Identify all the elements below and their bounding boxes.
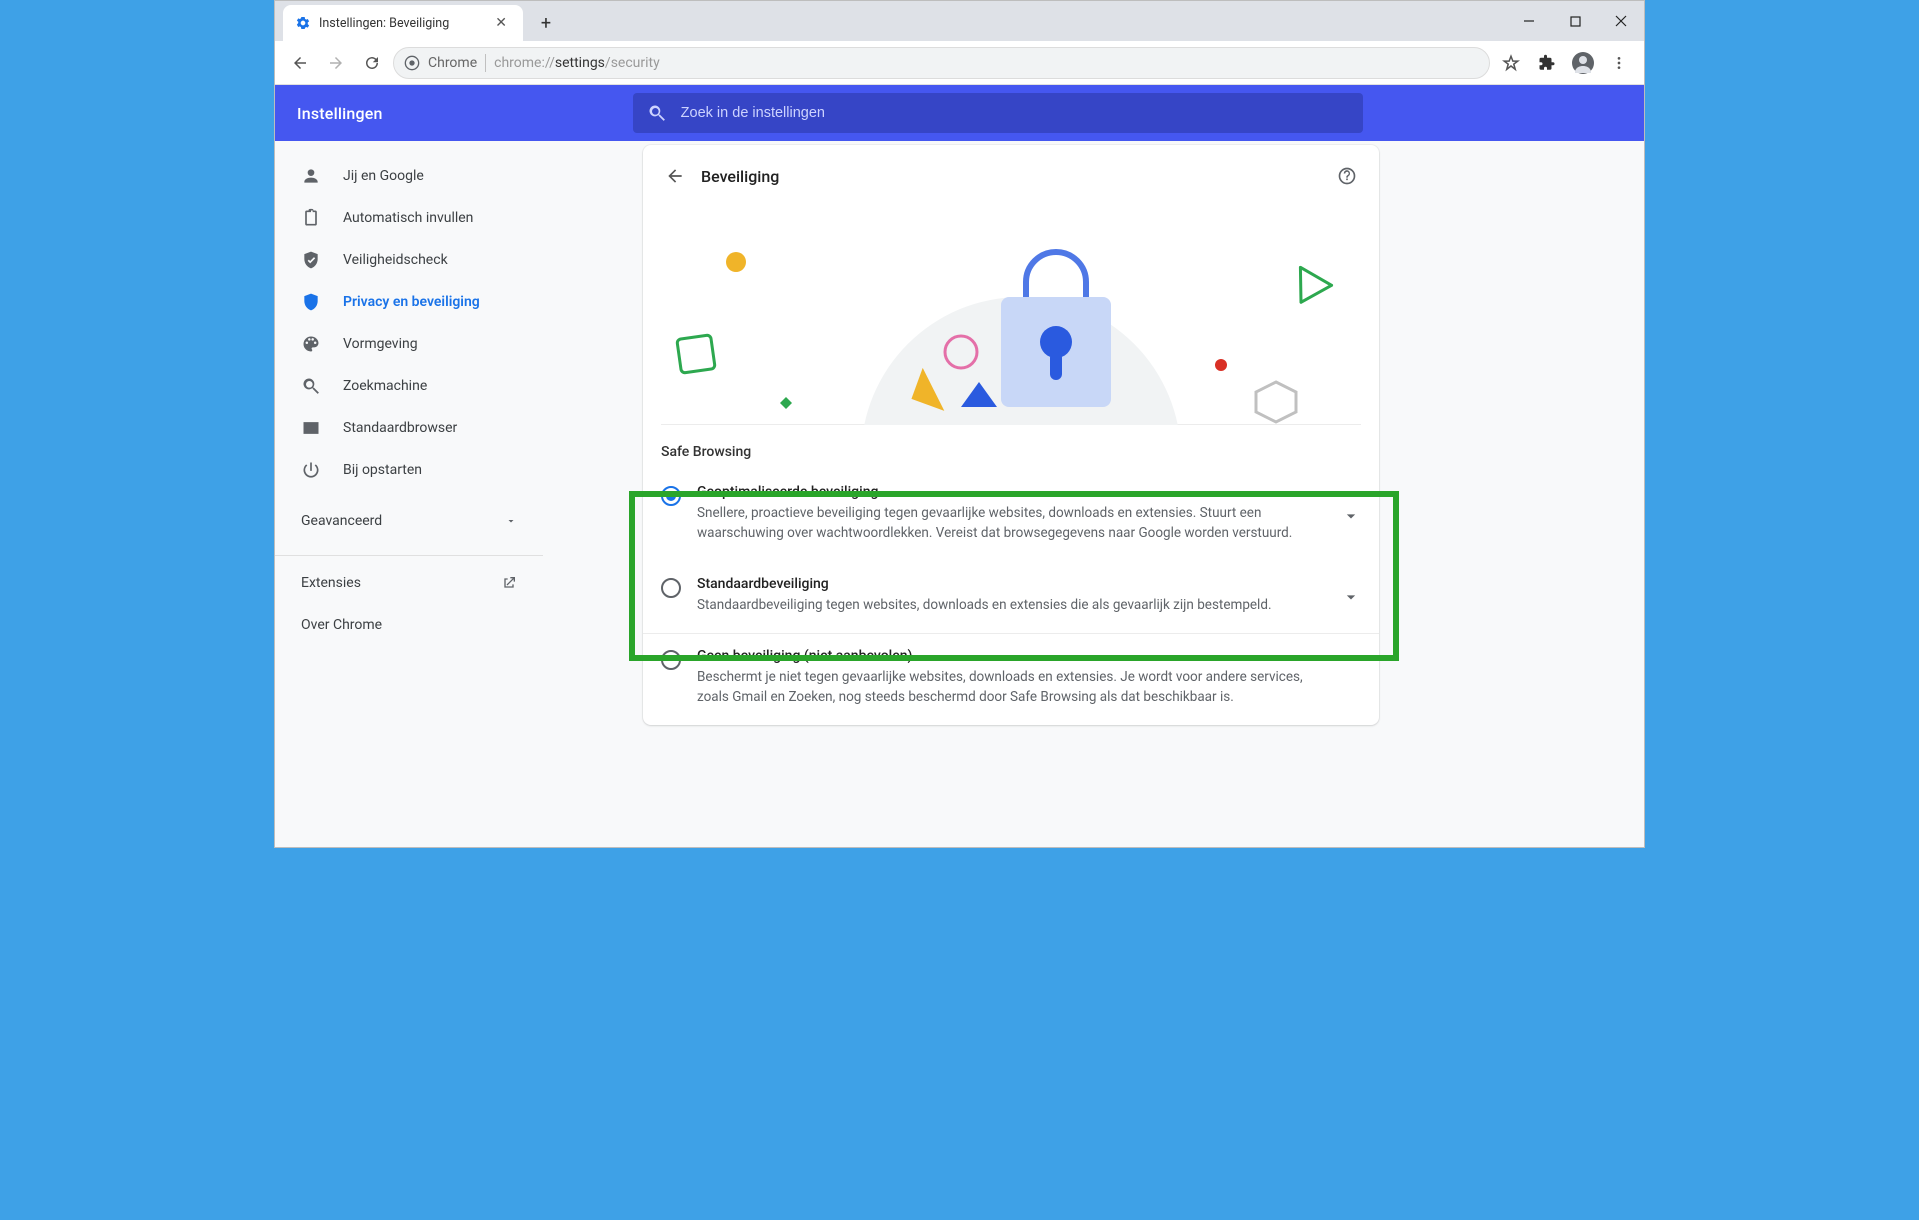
bookmark-button[interactable] [1496, 48, 1526, 78]
option-desc: Snellere, proactieve beveiliging tegen g… [697, 503, 1311, 544]
maximize-button[interactable] [1552, 1, 1598, 41]
sidebar-advanced-label: Geavanceerd [301, 513, 382, 529]
back-icon[interactable] [665, 166, 685, 186]
sidebar-item-autofill[interactable]: Automatisch invullen [275, 197, 543, 239]
plus-icon: + [541, 13, 551, 34]
settings-search[interactable] [633, 93, 1363, 133]
option-standard[interactable]: Standaardbeveiliging Standaardbeveiligin… [643, 562, 1379, 634]
security-card: Beveiliging [643, 145, 1379, 725]
card-header: Beveiliging [643, 145, 1379, 207]
sidebar-item-default-browser[interactable]: Standaardbrowser [275, 407, 543, 449]
omnibox[interactable]: Chrome chrome://settings/security [393, 47, 1490, 79]
sidebar-item-extensions[interactable]: Extensies [275, 562, 543, 604]
chevron-down-icon [505, 515, 517, 527]
sidebar-item-label: Over Chrome [301, 617, 382, 633]
content-scroll[interactable]: Beveiliging [543, 141, 1644, 847]
search-icon [647, 103, 667, 123]
extensions-button[interactable] [1532, 48, 1562, 78]
sidebar-item-about[interactable]: Over Chrome [275, 604, 543, 646]
window-controls [1506, 1, 1644, 41]
option-desc: Beschermt je niet tegen gevaarlijke webs… [697, 667, 1311, 708]
hero-illustration [661, 207, 1361, 425]
person-icon [301, 166, 321, 186]
sidebar-item-on-startup[interactable]: Bij opstarten [275, 449, 543, 491]
radio-none[interactable] [661, 650, 681, 670]
gear-icon [295, 15, 311, 31]
new-tab-button[interactable]: + [529, 6, 563, 40]
sidebar-item-label: Automatisch invullen [343, 210, 473, 226]
sidebar-item-you-and-google[interactable]: Jij en Google [275, 155, 543, 197]
browser-icon [301, 418, 321, 438]
radio-enhanced[interactable] [661, 486, 681, 506]
back-button[interactable] [285, 48, 315, 78]
shield-check-icon [301, 250, 321, 270]
sidebar-item-search-engine[interactable]: Zoekmachine [275, 365, 543, 407]
power-icon [301, 460, 321, 480]
chevron-down-icon[interactable] [1341, 506, 1361, 526]
toolbar-right [1496, 48, 1634, 78]
search-icon [301, 376, 321, 396]
address-bar-row: Chrome chrome://settings/security [275, 41, 1644, 85]
clipboard-icon [301, 208, 321, 228]
settings-header: Instellingen [275, 85, 1644, 141]
sidebar-item-label: Bij opstarten [343, 462, 422, 478]
close-window-button[interactable] [1598, 1, 1644, 41]
option-title: Geen beveiliging (niet aanbevolen) [697, 648, 1311, 664]
section-title: Safe Browsing [643, 425, 1379, 470]
sidebar-item-privacy[interactable]: Privacy en beveiliging [275, 281, 543, 323]
sidebar-advanced[interactable]: Geavanceerd [275, 499, 543, 543]
option-desc: Standaardbeveiliging tegen websites, dow… [697, 595, 1311, 615]
option-title: Geoptimaliseerde beveiliging [697, 484, 1311, 500]
sidebar: Jij en Google Automatisch invullen Veili… [275, 141, 543, 847]
option-none[interactable]: Geen beveiliging (niet aanbevolen) Besch… [643, 634, 1379, 726]
browser-tab[interactable]: Instellingen: Beveiliging ✕ [283, 5, 523, 41]
menu-button[interactable] [1604, 48, 1634, 78]
sidebar-item-label: Vormgeving [343, 336, 418, 352]
palette-icon [301, 334, 321, 354]
tab-title: Instellingen: Beveiliging [319, 16, 483, 31]
help-icon[interactable] [1337, 166, 1357, 186]
reload-button[interactable] [357, 48, 387, 78]
chrome-window: Instellingen: Beveiliging ✕ + Chrome chr… [274, 0, 1645, 848]
shield-icon [301, 292, 321, 312]
settings-title: Instellingen [297, 104, 383, 123]
sidebar-item-label: Privacy en beveiliging [343, 294, 480, 310]
titlebar: Instellingen: Beveiliging ✕ + [275, 1, 1644, 41]
chrome-logo-icon [404, 55, 420, 71]
option-enhanced[interactable]: Geoptimaliseerde beveiliging Snellere, p… [643, 470, 1379, 562]
sidebar-item-label: Zoekmachine [343, 378, 427, 394]
radio-standard[interactable] [661, 578, 681, 598]
sidebar-item-safety-check[interactable]: Veiligheidscheck [275, 239, 543, 281]
sidebar-item-label: Veiligheidscheck [343, 252, 448, 268]
sidebar-item-label: Jij en Google [343, 168, 424, 184]
minimize-button[interactable] [1506, 1, 1552, 41]
close-tab-icon[interactable]: ✕ [491, 13, 511, 33]
sidebar-separator [275, 555, 543, 556]
settings-body: Jij en Google Automatisch invullen Veili… [275, 141, 1644, 847]
page-title: Beveiliging [701, 167, 1337, 186]
omnibox-divider [485, 54, 486, 72]
sidebar-item-label: Standaardbrowser [343, 420, 457, 436]
option-title: Standaardbeveiliging [697, 576, 1311, 592]
settings-search-input[interactable] [681, 105, 1349, 121]
chevron-down-icon[interactable] [1341, 587, 1361, 607]
omnibox-chip: Chrome [428, 55, 477, 71]
sidebar-item-label: Extensies [301, 575, 361, 591]
forward-button[interactable] [321, 48, 351, 78]
profile-button[interactable] [1568, 48, 1598, 78]
omnibox-url: chrome://settings/security [494, 55, 660, 71]
sidebar-item-appearance[interactable]: Vormgeving [275, 323, 543, 365]
external-link-icon [501, 575, 517, 591]
